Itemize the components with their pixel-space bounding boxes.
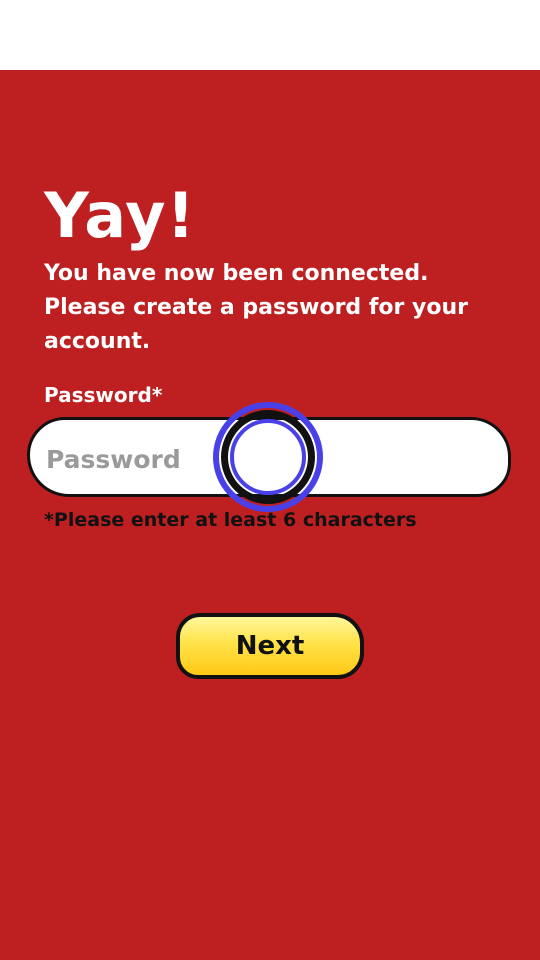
top-status-area	[0, 0, 540, 70]
success-message: You have now been connected. Please crea…	[44, 261, 469, 354]
password-label: Password*	[44, 383, 163, 407]
touch-indicator	[213, 402, 323, 512]
password-requirement-hint: *Please enter at least 6 characters	[44, 509, 417, 531]
page-title: Yay!	[44, 179, 196, 252]
next-button[interactable]: Next	[176, 613, 364, 679]
